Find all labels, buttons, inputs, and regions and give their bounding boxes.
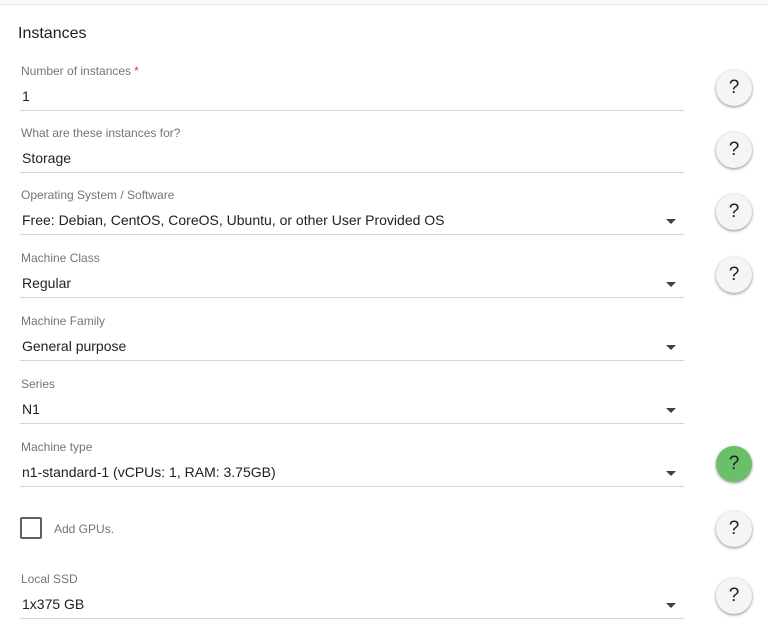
instances-underline [20,110,684,111]
chevron-down-icon[interactable] [666,603,676,608]
help-gpus-button[interactable]: ? [716,511,752,547]
machine-class-underline [20,297,684,298]
purpose-underline [20,172,684,173]
instances-input[interactable]: 1 [22,88,30,104]
os-label: Operating System / Software [21,188,175,202]
add-gpus-label[interactable]: Add GPUs. [54,522,114,536]
machine-class-label: Machine Class [21,251,100,265]
help-os-button[interactable]: ? [716,194,752,230]
purpose-field[interactable]: What are these instances for? Storage [20,126,684,174]
machine-family-select[interactable]: Machine Family General purpose [20,314,684,362]
machine-type-label: Machine type [21,440,93,454]
add-gpus-checkbox[interactable] [20,517,42,539]
top-divider [0,0,768,5]
instances-label: Number of instances * [21,64,139,78]
help-icon: ? [728,77,740,98]
machine-class-value[interactable]: Regular [22,275,71,291]
local-ssd-value[interactable]: 1x375 GB [22,596,84,612]
machine-type-value[interactable]: n1-standard-1 (vCPUs: 1, RAM: 3.75GB) [22,464,276,480]
chevron-down-icon[interactable] [666,282,676,287]
machine-type-select[interactable]: Machine type n1-standard-1 (vCPUs: 1, RA… [20,440,684,488]
os-underline [20,234,684,235]
help-local-ssd-button[interactable]: ? [716,578,752,614]
machine-family-underline [20,360,684,361]
series-label: Series [21,377,56,391]
help-machine-type-button[interactable]: ? [716,446,752,482]
local-ssd-select[interactable]: Local SSD 1x375 GB [20,572,684,620]
chevron-down-icon[interactable] [666,408,676,413]
series-select[interactable]: Series N1 [20,377,684,425]
help-icon: ? [728,264,740,285]
help-icon: ? [728,585,740,606]
os-value[interactable]: Free: Debian, CentOS, CoreOS, Ubuntu, or… [22,212,445,228]
chevron-down-icon[interactable] [666,471,676,476]
os-select[interactable]: Operating System / Software Free: Debian… [20,188,684,236]
series-underline [20,423,684,424]
section-title: Instances [18,25,87,42]
help-icon: ? [728,201,740,222]
required-mark: * [134,64,139,78]
machine-family-label: Machine Family [21,314,106,328]
purpose-label: What are these instances for? [21,126,181,140]
machine-family-value[interactable]: General purpose [22,338,126,354]
local-ssd-label: Local SSD [21,572,78,586]
help-purpose-button[interactable]: ? [716,132,752,168]
help-icon: ? [728,139,740,160]
chevron-down-icon[interactable] [666,345,676,350]
chevron-down-icon[interactable] [666,219,676,224]
series-value[interactable]: N1 [22,401,40,417]
instances-field[interactable]: Number of instances * 1 [20,64,684,112]
local-ssd-underline [20,618,684,619]
instances-form: Instances Number of instances * 1 ? What … [0,0,768,636]
machine-class-select[interactable]: Machine Class Regular [20,251,684,299]
help-instances-button[interactable]: ? [716,70,752,106]
help-machine-class-button[interactable]: ? [716,257,752,293]
purpose-input[interactable]: Storage [22,150,71,166]
machine-type-underline [20,486,684,487]
help-icon: ? [728,453,740,474]
help-icon: ? [728,518,740,539]
